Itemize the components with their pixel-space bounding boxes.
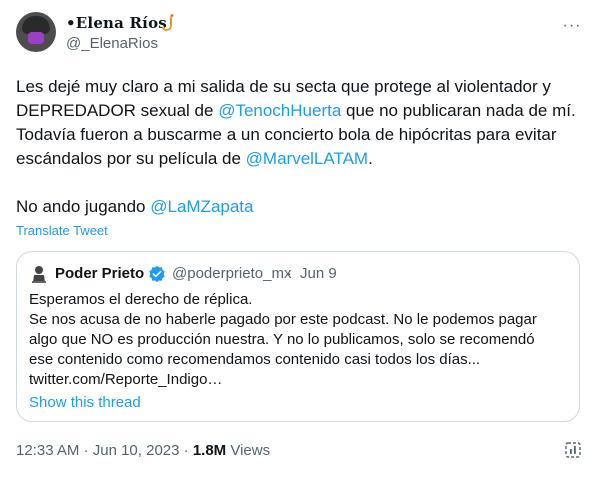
author-name[interactable]: •Elena Ríos [66,14,167,32]
quoted-tweet[interactable]: Poder Prieto @poderprieto_mx · Jun 9 Esp… [16,251,580,422]
quote-line: algo que NO es producción nuestra. Y no … [29,331,535,348]
tweet-text-segment: No ando jugando [16,197,151,216]
tweet-line: Les dejé muy claro a mi salida de su sec… [16,77,551,96]
quote-line: ese contenido como recomendamos contenid… [29,351,481,368]
quote-date: Jun 9 [300,265,337,282]
quote-author-handle: @poderprieto_mx [172,265,292,282]
quote-separator: · [287,265,292,282]
tweet-text: Les dejé muy claro a mi salida de su sec… [16,75,582,219]
tweet-line: DEPREDADOR sexual de @TenochHuerta que n… [16,99,582,123]
saxophone-icon [162,14,174,31]
verified-badge-icon [149,265,165,283]
tweet-date[interactable]: Jun 10, 2023 [93,442,180,459]
mention-link-tenochhuerta[interactable]: @TenochHuerta [218,101,341,120]
mention-link-marvellatam[interactable]: @MarvelLATAM [246,149,368,168]
tweet-line: Todavía fueron a buscarme a un concierto… [16,125,557,144]
tweet-metadata: 12:33 AM · Jun 10, 2023 · 1.8M Views [16,442,270,459]
quote-author-name: Poder Prieto [55,265,145,282]
quote-line: Se nos acusa de no haberle pagado por es… [29,311,537,328]
translate-tweet-link[interactable]: Translate Tweet [16,223,108,238]
tweet-time[interactable]: 12:33 AM [16,442,79,459]
tweet-line: No ando jugando @LaMZapata [16,195,582,219]
quote-line: Esperamos el derecho de réplica. [29,291,253,308]
tweet-line: escándalos por su película de @MarvelLAT… [16,147,582,171]
quote-author-avatar [32,266,46,283]
tweet-text-segment: DEPREDADOR sexual de [16,101,219,120]
avatar-mask [28,32,44,44]
analytics-icon[interactable] [563,440,583,460]
meta-separator: · [179,442,193,459]
meta-separator: · [79,442,93,459]
tweet-text-segment: que no publicaran nada de mí. [341,101,576,120]
tweet-text-segment: escándalos por su película de [16,149,246,168]
mention-link-lamzapata[interactable]: @LaMZapata [150,197,253,216]
tweet-text-segment: . [368,149,373,168]
show-thread-link[interactable]: Show this thread [29,394,141,411]
quote-text: Esperamos el derecho de réplica. Se nos … [29,290,569,390]
views-count: 1.8M [192,442,227,459]
views-label: Views [226,442,271,459]
author-avatar[interactable] [16,12,56,52]
more-options-icon[interactable]: ··· [562,16,582,36]
quote-line: twitter.com/Reporte_Indigo… [29,371,223,388]
author-handle[interactable]: @_ElenaRios [66,35,158,52]
